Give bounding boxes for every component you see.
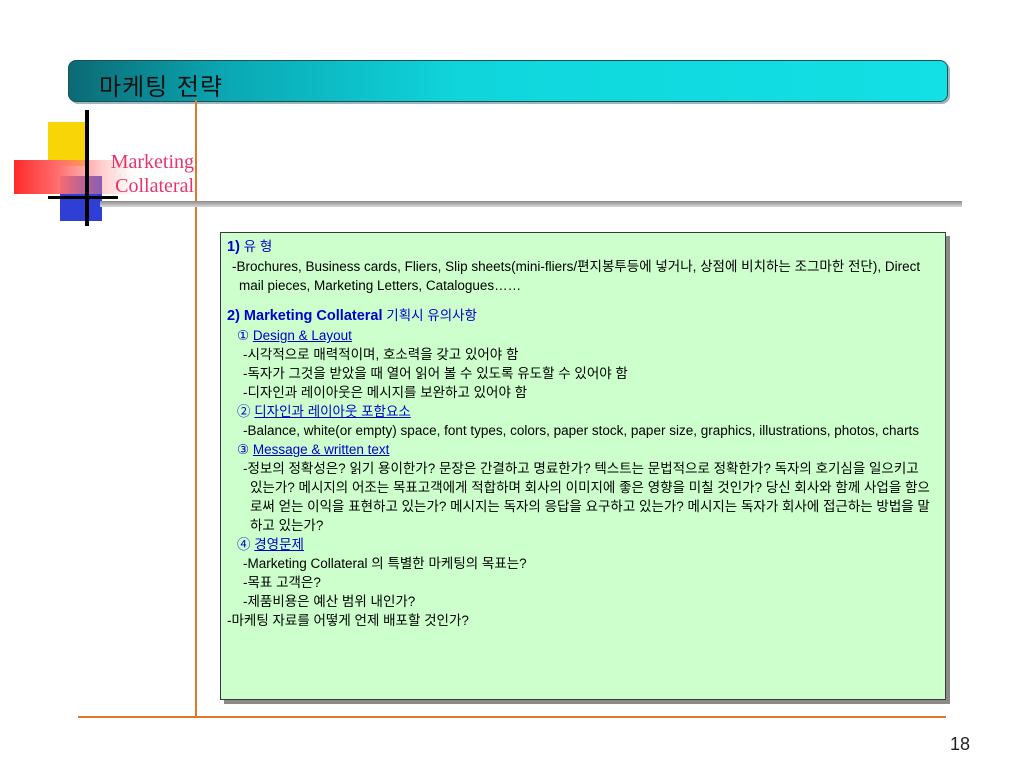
header-rule <box>100 201 962 207</box>
section-1-body: -Brochures, Business cards, Fliers, Slip… <box>232 259 921 293</box>
subsection-4-line: -제품비용은 예산 범위 내인가? <box>243 594 416 609</box>
subsection-1-number: ① <box>237 328 250 343</box>
subsection-1-line: -독자가 그것을 받았을 때 열어 읽어 볼 수 있도록 유도할 수 있어야 함 <box>243 366 628 381</box>
subsection-3-heading: ③ Message & written text <box>227 440 931 459</box>
logo-text-line2: Collateral <box>115 175 194 197</box>
subsection-2-link[interactable]: 디자인과 레이아웃 포함요소 <box>254 404 411 419</box>
subsection-2-body: -Balance, white(or empty) space, font ty… <box>243 423 920 438</box>
slide-title: 마케팅 전략 <box>99 73 224 101</box>
subsection-4-heading: ④ 경영문제 <box>227 535 931 554</box>
subsection-3-body: -정보의 정확성은? 읽기 용이한가? 문장은 간결하고 명료한가? 텍스트는 … <box>243 461 930 533</box>
subsection-2-heading: ② 디자인과 레이아웃 포함요소 <box>227 402 931 421</box>
subsection-4-line: -Marketing Collateral 의 특별한 마케팅의 목표는? <box>243 556 527 571</box>
section-2-heading: 2) Marketing Collateral 기획시 유의사항 <box>227 306 931 326</box>
subsection-1-line: -디자인과 레이아웃은 메시지를 보완하고 있어야 함 <box>243 385 528 400</box>
section-1-heading: 1) 유 형 <box>227 237 931 257</box>
vertical-divider <box>195 100 197 718</box>
closing-line: -마케팅 자료를 어떻게 언제 배포할 것인가? <box>227 613 469 628</box>
subsection-1-line: -시각적으로 매력적이며, 호소력을 갖고 있어야 함 <box>243 347 519 362</box>
subsection-1-heading: ① Design & Layout <box>227 326 931 345</box>
subsection-3-number: ③ <box>237 442 250 457</box>
page-number: 18 <box>949 734 970 754</box>
slide-title-bar: 마케팅 전략 <box>68 60 948 102</box>
subsection-3-link[interactable]: Message & written text <box>253 442 390 457</box>
logo-text-line1: Marketing <box>110 151 194 173</box>
logo-text: Marketing Collateral <box>74 150 194 198</box>
content-box: 1) 유 형 -Brochures, Business cards, Flier… <box>220 232 946 700</box>
subsection-4-link[interactable]: 경영문제 <box>254 537 304 552</box>
section-1-number: 1) <box>227 239 240 255</box>
subsection-2-number: ② <box>237 404 251 419</box>
footer-rule <box>78 716 946 718</box>
subsection-4-line: -목표 고객은? <box>243 575 321 590</box>
section-2-title: 2) Marketing Collateral <box>227 308 383 324</box>
section-2-title-korean: 기획시 유의사항 <box>386 308 477 323</box>
section-1-title: 유 형 <box>243 239 273 254</box>
subsection-4-number: ④ <box>237 537 251 552</box>
subsection-1-link[interactable]: Design & Layout <box>253 328 352 343</box>
